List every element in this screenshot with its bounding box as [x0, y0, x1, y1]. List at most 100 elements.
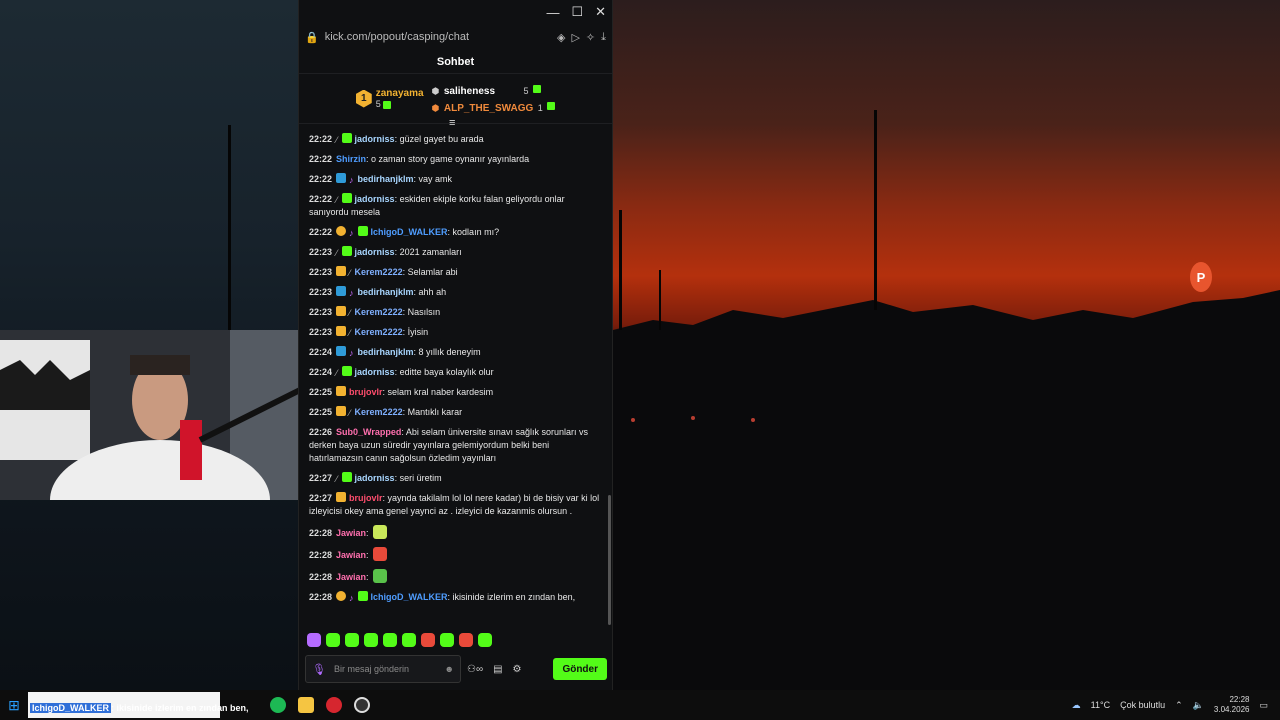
message-time: 22:28 — [309, 572, 333, 582]
message-username[interactable]: Kerem2222 — [355, 307, 403, 317]
message-time: 22:25 — [309, 387, 333, 397]
chat-message: 22:27 ⁄ jadorniss: seri üretim — [309, 472, 602, 485]
emote-icon[interactable] — [459, 633, 473, 647]
leaderboard-first[interactable]: 1 zanayama 5 — [355, 88, 424, 109]
minimize-button[interactable]: — — [546, 5, 559, 20]
supporter-badge-icon: ♪ — [349, 228, 354, 238]
emote-icon[interactable] — [383, 633, 397, 647]
message-username[interactable]: jadorniss — [355, 134, 395, 144]
message-username[interactable]: Kerem2222 — [355, 407, 403, 417]
green-badge-icon — [341, 246, 352, 256]
message-username[interactable]: Jawian — [336, 572, 366, 582]
emote-icon — [372, 547, 387, 561]
maximize-button[interactable]: ☐ — [571, 4, 583, 20]
clock-time: 22:28 — [1229, 695, 1250, 704]
emote-icon[interactable] — [307, 633, 321, 647]
message-username[interactable]: brujovlr — [349, 387, 383, 397]
file-explorer-icon[interactable] — [298, 697, 314, 713]
medal-icon: ⬢ — [431, 85, 440, 96]
green-badge-icon — [341, 193, 352, 203]
message-text: : — [366, 550, 369, 560]
message-username[interactable]: brujovlr — [349, 493, 383, 503]
chat-input[interactable]: 🎙 Bir mesaj gönderin ☻ — [305, 655, 461, 683]
tray-chevron-icon[interactable]: ⌃ — [1175, 700, 1183, 711]
message-username[interactable]: Kerem2222 — [355, 327, 403, 337]
message-time: 22:24 — [309, 367, 333, 377]
obs-icon[interactable] — [354, 697, 370, 713]
emote-icon[interactable] — [402, 633, 416, 647]
message-text: : kodlaın mı? — [447, 227, 500, 237]
blue-badge-icon — [336, 173, 347, 183]
message-time: 22:28 — [309, 528, 333, 538]
message-username[interactable]: jadorniss — [355, 473, 395, 483]
message-username[interactable]: jadorniss — [355, 367, 395, 377]
message-time: 22:28 — [309, 592, 333, 602]
moderator-badge-icon: ⁄ — [336, 135, 338, 145]
leaderboard-first-count: 5 — [375, 99, 381, 109]
crown-badge-icon — [336, 406, 347, 416]
leaderboard-second-name[interactable]: saliheness — [444, 86, 495, 97]
message-username[interactable]: bedirhanjklm — [358, 287, 414, 297]
message-text: : Mantıklı karar — [402, 407, 463, 417]
send-button[interactable]: Gönder — [553, 658, 607, 680]
street-light-pole — [659, 270, 661, 330]
message-username[interactable]: IchigoD_WALKER — [371, 592, 448, 602]
close-button[interactable]: ✕ — [595, 4, 606, 20]
emote-icon[interactable] — [478, 633, 492, 647]
message-time: 22:27 — [309, 493, 333, 503]
overlay-message: : ikisinide izlerim en zından ben, — [111, 703, 249, 713]
gem-icon — [547, 102, 556, 111]
message-username[interactable]: bedirhanjklm — [358, 174, 414, 184]
notification-icon[interactable]: ▭ — [1259, 700, 1268, 711]
message-username[interactable]: Kerem2222 — [355, 267, 403, 277]
emoji-icon[interactable]: ☻ — [445, 664, 454, 674]
message-username[interactable]: Shirzin — [336, 154, 366, 164]
message-text: : ahh ah — [413, 287, 447, 297]
windows-start-icon[interactable]: ⊞ — [0, 697, 28, 714]
emote-icon[interactable] — [364, 633, 378, 647]
crown-badge-icon — [336, 266, 347, 276]
moderator-badge-icon: ⁄ — [336, 474, 338, 484]
emote-icon[interactable] — [421, 633, 435, 647]
emote-icon[interactable] — [440, 633, 454, 647]
message-username[interactable]: IchigoD_WALKER — [371, 227, 448, 237]
message-username[interactable]: Jawian — [336, 528, 366, 538]
message-time: 22:22 — [309, 174, 333, 184]
chat-scrollbar[interactable] — [608, 495, 611, 625]
circ-badge-icon — [336, 591, 347, 601]
download-icon[interactable]: ⤓ — [601, 31, 606, 44]
weather-desc[interactable]: Çok bulutlu — [1120, 700, 1165, 710]
volume-icon[interactable]: 🔈 — [1193, 700, 1204, 711]
clock[interactable]: 22:28 3.04.2026 — [1214, 695, 1250, 715]
message-text: : ikisinide izlerim en zından ben, — [447, 592, 576, 602]
message-time: 22:23 — [309, 287, 333, 297]
extensions-icon[interactable]: ✧ — [586, 31, 595, 44]
message-username[interactable]: Jawian — [336, 550, 366, 560]
message-username[interactable]: jadorniss — [355, 194, 395, 204]
leaderboard-third-name[interactable]: ALP_THE_SWAGG — [444, 103, 533, 114]
emote-icon[interactable] — [345, 633, 359, 647]
spotify-icon[interactable] — [270, 697, 286, 713]
message-username[interactable]: jadorniss — [355, 247, 395, 257]
browser-icon[interactable] — [326, 697, 342, 713]
users-icon[interactable]: ⚇∞ — [467, 664, 483, 675]
share-icon[interactable]: ▷ — [571, 31, 579, 44]
street-light-pole — [874, 110, 877, 310]
message-username[interactable]: bedirhanjklm — [358, 347, 414, 357]
message-username[interactable]: Sub0_Wrapped — [336, 427, 401, 437]
weather-temp[interactable]: 11°C — [1091, 700, 1110, 710]
window-controls: — ☐ ✕ — [299, 0, 612, 24]
store-icon[interactable]: ▤ — [493, 664, 502, 675]
url-text[interactable]: kick.com/popout/casping/chat — [325, 31, 551, 43]
chat-message: 22:23 ⁄ Kerem2222: Selamlar abi — [309, 266, 602, 279]
chat-message: 22:23 ♪ bedirhanjklm: ahh ah — [309, 286, 602, 299]
microphone-icon[interactable]: 🎙 — [312, 663, 326, 676]
message-time: 22:23 — [309, 307, 333, 317]
shield-icon[interactable]: ◈ — [557, 31, 565, 44]
message-text: : — [366, 528, 369, 538]
settings-icon[interactable]: ⚙ — [513, 664, 522, 675]
green-badge-icon — [341, 366, 352, 376]
crown-badge-icon — [336, 326, 347, 336]
emote-icon[interactable] — [326, 633, 340, 647]
message-time: 22:27 — [309, 473, 333, 483]
